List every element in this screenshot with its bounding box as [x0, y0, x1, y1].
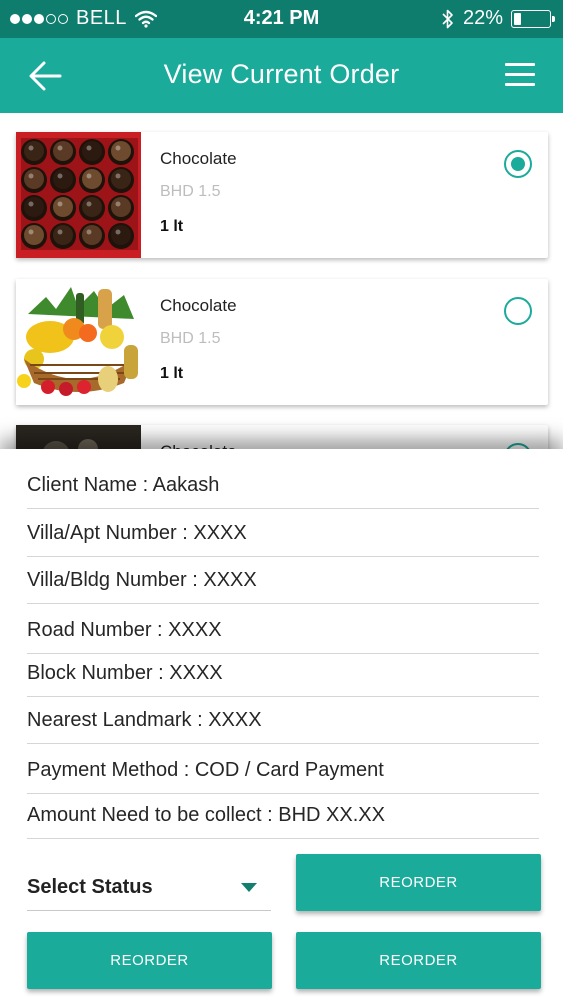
- order-details-panel: Client Name : Aakash Villa/Apt Number : …: [0, 449, 563, 1000]
- nearest-landmark: Nearest Landmark : XXXX: [27, 701, 539, 744]
- product-quantity: 1 lt: [160, 365, 184, 382]
- status-dropdown-label: Select Status: [27, 876, 153, 898]
- status-bar: BELL 4:21 PM 22%: [0, 0, 563, 38]
- app-header: View Current Order: [0, 38, 563, 113]
- product-name: Chocolate: [160, 296, 237, 315]
- battery-icon: [511, 9, 555, 28]
- radio-button[interactable]: [504, 297, 532, 325]
- reorder-button[interactable]: REORDER: [296, 932, 541, 989]
- product-card[interactable]: Chocolate BHD 1.5 1 lt: [16, 132, 548, 258]
- reorder-button[interactable]: REORDER: [296, 854, 541, 911]
- product-list: Chocolate BHD 1.5 1 lt Chocolate BHD 1.5…: [0, 113, 563, 450]
- product-quantity: 1 lt: [160, 218, 184, 235]
- chocolate-box-image: [16, 132, 141, 258]
- villa-bldg-number: Villa/Bldg Number : XXXX: [27, 561, 539, 604]
- road-number: Road Number : XXXX: [27, 611, 539, 654]
- product-price: BHD 1.5: [160, 330, 221, 347]
- payment-method: Payment Method : COD / Card Payment: [27, 751, 539, 794]
- reorder-button[interactable]: REORDER: [27, 932, 272, 989]
- product-name: Chocolate: [160, 149, 237, 168]
- hamburger-menu-icon[interactable]: [505, 63, 535, 87]
- villa-apt-number: Villa/Apt Number : XXXX: [27, 514, 539, 557]
- battery-percent: 22%: [462, 7, 503, 29]
- product-card[interactable]: Chocolate: [16, 425, 548, 450]
- fruit-basket-image: [16, 279, 141, 405]
- bluetooth-icon: [442, 9, 453, 28]
- client-name: Client Name : Aakash: [27, 466, 539, 509]
- battery-fill: [514, 12, 521, 25]
- status-dropdown[interactable]: Select Status: [27, 849, 271, 911]
- status-bar-right: 22%: [441, 7, 555, 30]
- dark-product-image: [16, 425, 141, 450]
- radio-button-selected[interactable]: [504, 150, 532, 178]
- product-price: BHD 1.5: [160, 183, 221, 200]
- block-number: Block Number : XXXX: [27, 654, 539, 697]
- amount-to-collect: Amount Need to be collect : BHD XX.XX: [27, 796, 539, 839]
- product-card[interactable]: Chocolate BHD 1.5 1 lt: [16, 279, 548, 405]
- page-title: View Current Order: [163, 59, 400, 89]
- caret-down-icon: [241, 883, 257, 892]
